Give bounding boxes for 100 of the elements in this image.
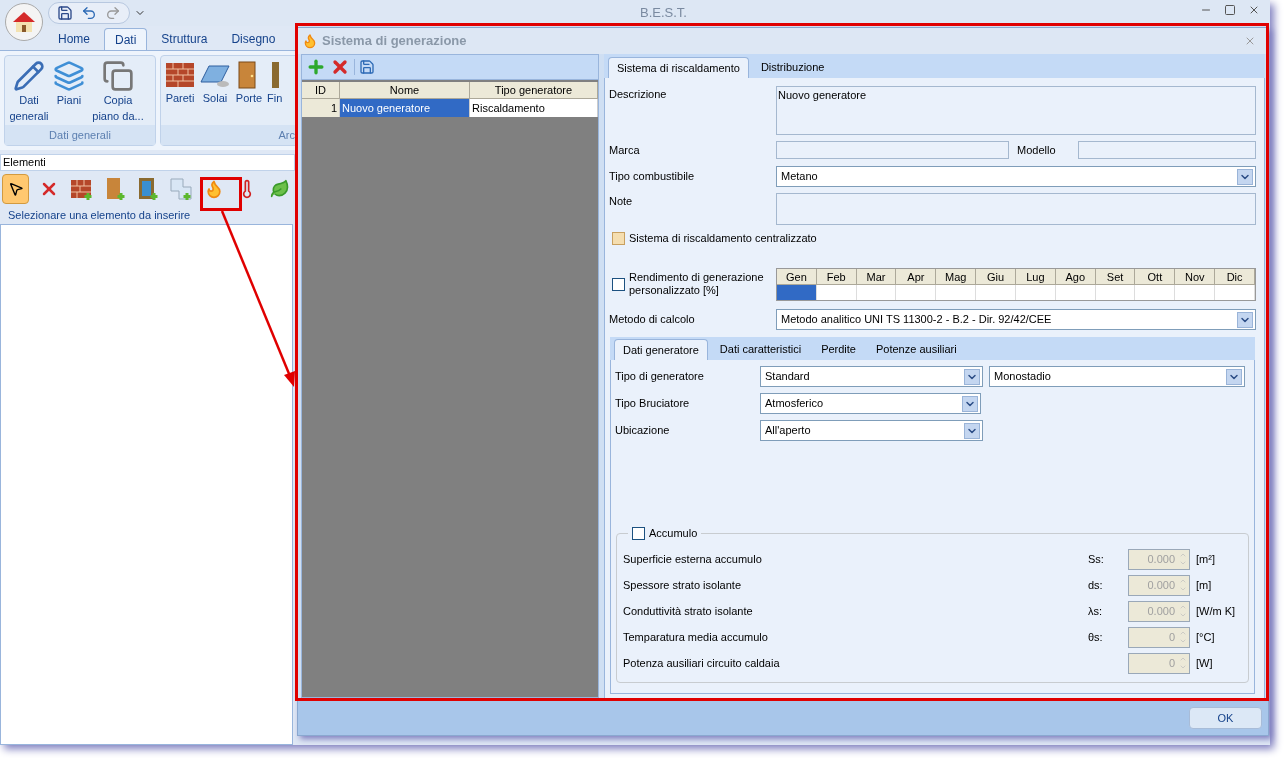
month-header: Ago	[1055, 268, 1096, 285]
delete-icon[interactable]	[330, 57, 350, 77]
checkbox-label: Rendimento di generazione personalizzato [%]	[629, 271, 765, 297]
field-label: Tipo combustibile	[609, 169, 696, 185]
layers-icon	[53, 60, 85, 92]
tab[interactable]: Potenze ausiliari	[868, 339, 965, 360]
model-field[interactable]	[1078, 141, 1256, 159]
dropdown[interactable]: Standard	[760, 366, 983, 387]
month-header: Mar	[856, 268, 897, 285]
checkbox[interactable]	[612, 231, 625, 245]
column-header[interactable]: Tipo generatore	[470, 82, 598, 99]
brick-wall-icon	[165, 60, 195, 90]
checkbox-label: Sistema di riscaldamento centralizzato	[629, 230, 817, 246]
ribbon-button[interactable]: Piani	[53, 60, 85, 125]
field-label: Tipo di generatore	[615, 369, 705, 385]
notes-field[interactable]	[776, 193, 1256, 225]
ok-button[interactable]: OK	[1189, 707, 1262, 729]
month-header: Lug	[1016, 268, 1056, 285]
ribbon-tab[interactable]: Disegno	[221, 28, 286, 50]
ribbon-button[interactable]: Porte	[235, 60, 263, 125]
dropdown[interactable]: Monostadio	[989, 366, 1245, 387]
month-header: Gen	[777, 268, 817, 285]
leaf-icon	[269, 179, 290, 199]
field-label: Note	[609, 194, 634, 209]
redo-icon[interactable]	[105, 5, 121, 21]
hint-text: Selezionare una elemento da inserire	[8, 208, 191, 224]
month-header: Dic	[1215, 268, 1255, 285]
symbol-label: Ss:	[1088, 551, 1105, 567]
unit-label: [m]	[1195, 577, 1213, 593]
dropdown[interactable]: Atmosferico	[760, 393, 981, 414]
save-icon[interactable]	[359, 59, 375, 75]
dropdown[interactable]: Metano	[776, 166, 1256, 187]
save-icon[interactable]	[57, 5, 73, 21]
field-label: Superficie esterna accumulo	[623, 551, 763, 567]
table-cell[interactable]: Nuovo generatore	[340, 99, 470, 117]
undo-icon[interactable]	[81, 5, 97, 21]
add-wall-icon	[69, 177, 94, 201]
unit-label: [W/m K]	[1195, 603, 1237, 619]
ribbon-button[interactable]: Copia piano da...	[89, 60, 147, 125]
field-label: Conduttività strato isolante	[623, 603, 754, 619]
field-label: Descrizione	[609, 87, 668, 102]
table-cell[interactable]: Riscaldamento	[470, 99, 598, 117]
column-header[interactable]: ID	[302, 82, 340, 99]
field-label: Metodo di calcolo	[609, 312, 696, 328]
ribbon-tab[interactable]: Home	[48, 28, 100, 50]
ribbon-button[interactable]: Pareti	[165, 60, 195, 125]
pencil-icon	[13, 60, 45, 92]
brand-field[interactable]	[776, 141, 1009, 159]
ribbon-group-label: Dati generali	[5, 125, 155, 145]
close-icon[interactable]	[1248, 4, 1260, 16]
pointer-icon	[7, 181, 24, 197]
tab[interactable]: Dati generatore	[614, 339, 708, 360]
panel-title: Elementi	[3, 155, 46, 171]
tab[interactable]: Dati caratteristici	[711, 339, 810, 360]
add-region-icon	[168, 177, 193, 201]
description-field[interactable]: Nuovo generatore	[776, 86, 1256, 135]
tab[interactable]: Distribuzione	[752, 57, 833, 78]
symbol-label: θs:	[1088, 629, 1104, 645]
flame-icon	[302, 33, 318, 49]
month-header: Giu	[976, 268, 1016, 285]
dropdown[interactable]: All'aperto	[760, 420, 983, 441]
month-header: Mag	[936, 268, 977, 285]
month-header: Set	[1095, 268, 1136, 285]
field-label: Potenza ausiliari circuito caldaia	[623, 655, 781, 671]
ribbon-tab[interactable]: Dati	[104, 28, 148, 50]
ribbon-button[interactable]: Dati generali	[9, 60, 49, 125]
app-logo-icon[interactable]	[5, 3, 43, 41]
dialog-title: Sistema di generazione	[322, 32, 467, 51]
month-header: Apr	[896, 268, 937, 285]
field-label: Tipo Bruciatore	[615, 396, 691, 412]
month-header: Nov	[1175, 268, 1216, 285]
month-header: Feb	[816, 268, 857, 285]
highlight-frame	[200, 177, 242, 211]
field-label: Marca	[609, 142, 641, 158]
ribbon-group-label: Arc	[161, 125, 295, 145]
field-label: Spessore strato isolante	[623, 577, 742, 593]
symbol-label: λs:	[1088, 603, 1104, 619]
tab[interactable]: Perdite	[813, 339, 864, 360]
ribbon-tab[interactable]: Struttura	[151, 28, 218, 50]
table-cell[interactable]: 1	[302, 99, 340, 117]
ribbon-button[interactable]: Solai	[199, 60, 231, 125]
field-label: Temparatura media accumulo	[623, 629, 769, 645]
add-icon[interactable]	[306, 57, 326, 77]
field-label: Modello	[1017, 142, 1057, 158]
checkbox-label: Accumulo	[649, 526, 698, 541]
checkbox[interactable]	[632, 526, 645, 540]
document-icon	[102, 60, 134, 92]
unit-label: [m²]	[1195, 551, 1216, 567]
maximize-icon[interactable]	[1224, 4, 1236, 16]
ribbon-button[interactable]: Fin	[267, 60, 283, 125]
field-label: Ubicazione	[615, 423, 671, 439]
unit-label: [°C]	[1195, 629, 1216, 645]
tab[interactable]: Sistema di riscaldamento	[608, 57, 749, 78]
month-header: Ott	[1135, 268, 1176, 285]
dropdown[interactable]: Metodo analitico UNI TS 11300-2 - B.2 - Dir. 92/42/CEE	[776, 309, 1256, 330]
tool-button[interactable]	[2, 174, 30, 204]
symbol-label: ds:	[1088, 577, 1104, 593]
window-title: B.E.S.T.	[640, 4, 687, 23]
checkbox[interactable]	[612, 277, 625, 291]
column-header[interactable]: Nome	[340, 82, 470, 99]
